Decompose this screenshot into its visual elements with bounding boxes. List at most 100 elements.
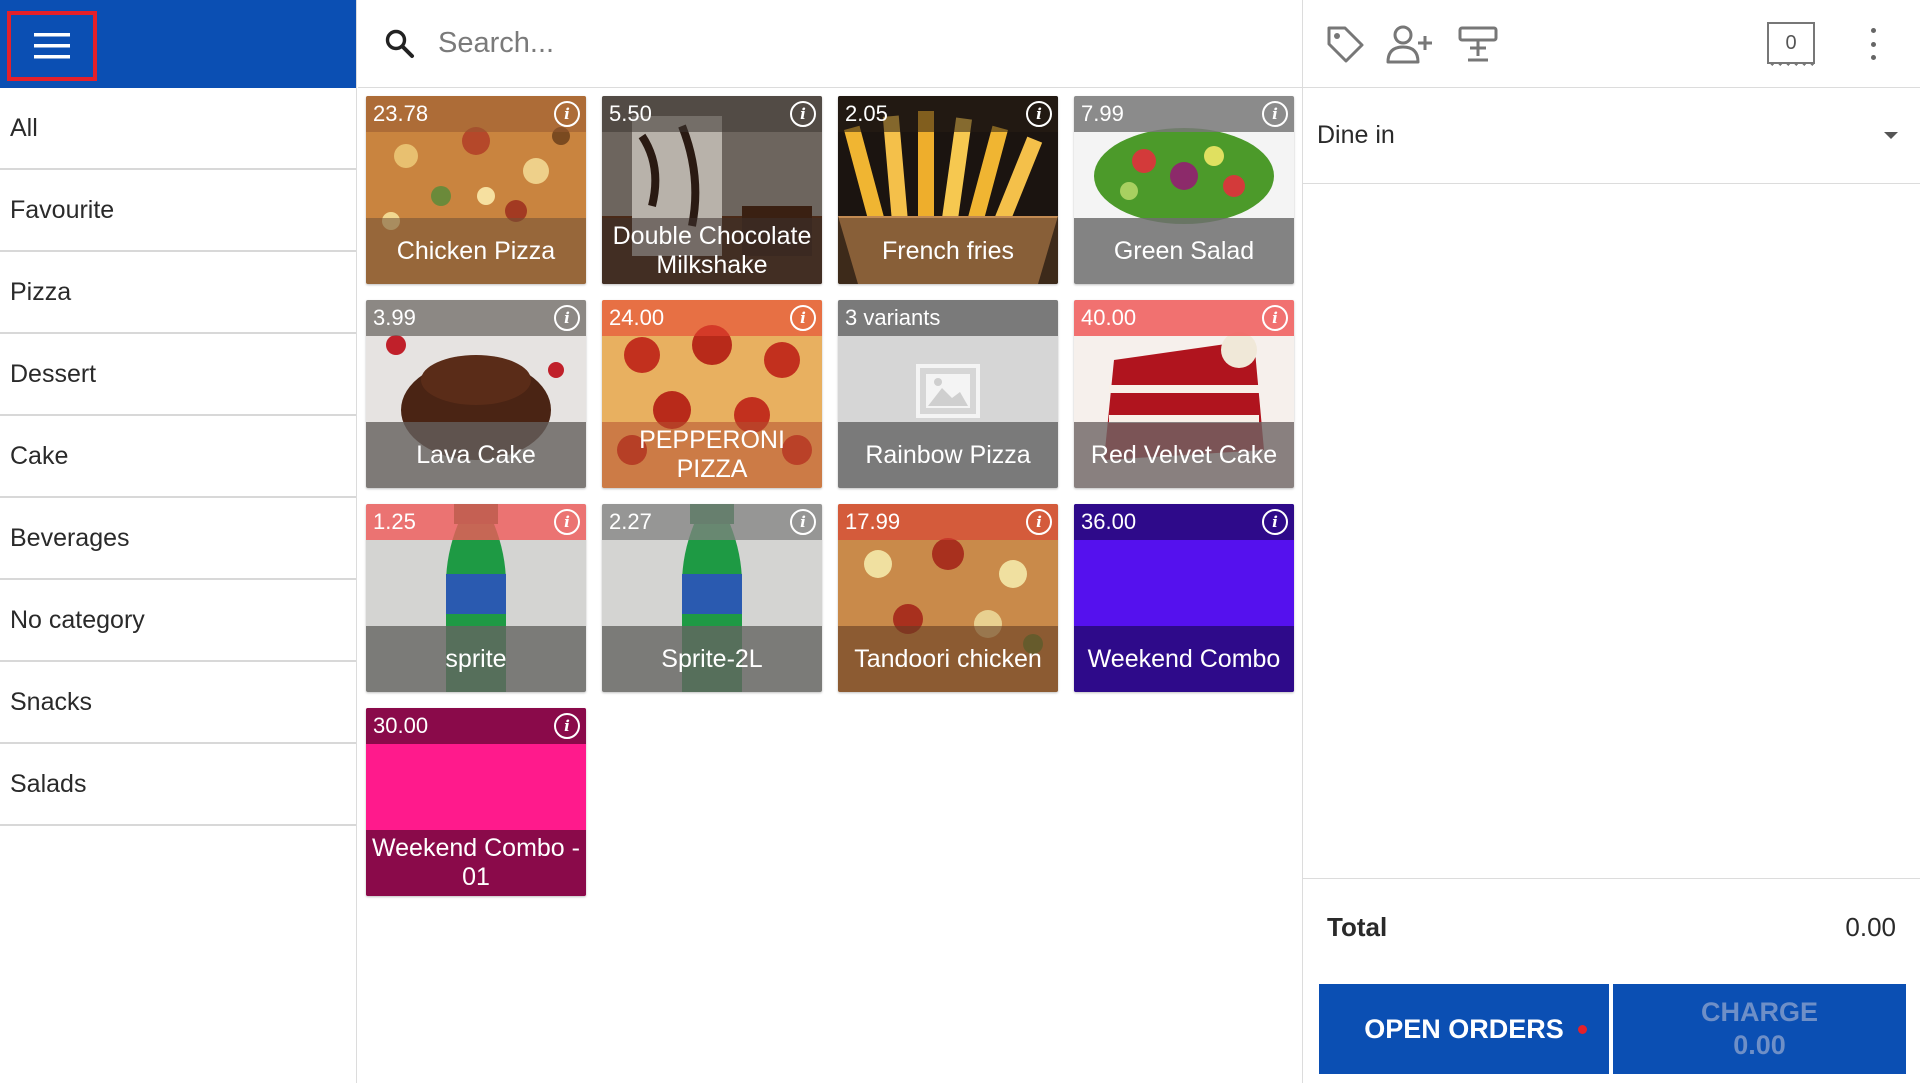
info-icon[interactable]: i	[1026, 101, 1052, 127]
dropdown-arrow-icon	[1884, 132, 1898, 139]
open-ticket-count[interactable]: 0	[1767, 22, 1815, 68]
info-icon[interactable]: i	[1262, 305, 1288, 331]
dining-option-select[interactable]: Dine in	[1303, 88, 1920, 184]
more-vert-icon[interactable]	[1863, 24, 1883, 64]
product-tile-weekend-combo[interactable]: 36.00 i Weekend Combo	[1074, 504, 1294, 692]
tile-header: 1.25 i	[366, 504, 586, 540]
product-price: 5.50	[609, 101, 652, 126]
product-tile-green-salad[interactable]: 7.99 i Green Salad	[1074, 96, 1294, 284]
add-customer-icon[interactable]	[1385, 22, 1435, 66]
info-icon[interactable]: i	[554, 101, 580, 127]
category-item-all[interactable]: All	[0, 88, 356, 170]
dining-option-value: Dine in	[1317, 121, 1395, 149]
product-tile-sprite[interactable]: 1.25 i sprite	[366, 504, 586, 692]
product-tile-french-fries[interactable]: 2.05 i French fries	[838, 96, 1058, 284]
variant-count: 3 variants	[845, 305, 941, 330]
tile-header: 7.99 i	[1074, 96, 1294, 132]
product-tile-pepperoni-pizza[interactable]: 24.00 i PEPPERONI PIZZA	[602, 300, 822, 488]
info-icon[interactable]: i	[1262, 509, 1288, 535]
product-price: 40.00	[1081, 305, 1137, 330]
product-tile-sprite-2l[interactable]: 2.27 i Sprite-2L	[602, 504, 822, 692]
total-label: Total	[1327, 912, 1388, 942]
order-panel: 0 Dine in Total 0.00 OPEN ORDERS CHARGE …	[1302, 0, 1920, 1083]
product-price: 23.78	[373, 101, 429, 126]
product-area: 23.78 i Chicken Pizza 5.50 i Double Choc…	[358, 0, 1302, 1083]
tile-header: 3 variants	[838, 300, 1058, 336]
category-sidebar: All Favourite Pizza Dessert Cake Beverag…	[0, 0, 357, 1083]
open-orders-button[interactable]: OPEN ORDERS	[1319, 984, 1609, 1074]
info-icon[interactable]: i	[790, 305, 816, 331]
total-row: Total 0.00	[1303, 878, 1920, 976]
order-items-area	[1303, 185, 1920, 878]
info-icon[interactable]: i	[1262, 101, 1288, 127]
open-orders-label: OPEN ORDERS	[1364, 1013, 1564, 1044]
total-value: 0.00	[1845, 912, 1896, 942]
category-item-dessert[interactable]: Dessert	[0, 334, 356, 416]
product-tile-chicken-pizza[interactable]: 23.78 i Chicken Pizza	[366, 96, 586, 284]
product-tile-red-velvet-cake[interactable]: 40.00 i Red Velvet Cake	[1074, 300, 1294, 488]
category-item-snacks[interactable]: Snacks	[0, 662, 356, 744]
placeholder-image-icon	[916, 364, 980, 418]
info-icon[interactable]: i	[1026, 509, 1052, 535]
product-price: 7.99	[1081, 101, 1124, 126]
category-item-no-category[interactable]: No category	[0, 580, 356, 662]
product-price: 2.27	[609, 509, 652, 534]
product-name: Green Salad	[1074, 218, 1294, 284]
product-name: PEPPERONI PIZZA	[602, 422, 822, 488]
category-item-salads[interactable]: Salads	[0, 744, 356, 826]
product-tile-tandoori-chicken[interactable]: 17.99 i Tandoori chicken	[838, 504, 1058, 692]
product-name: Tandoori chicken	[838, 626, 1058, 692]
charge-label: CHARGE	[1700, 997, 1818, 1027]
product-name: sprite	[366, 626, 586, 692]
tile-header: 3.99 i	[366, 300, 586, 336]
product-tile-weekend-combo-01[interactable]: 30.00 i Weekend Combo - 01	[366, 708, 586, 896]
info-icon[interactable]: i	[554, 305, 580, 331]
info-icon[interactable]: i	[790, 101, 816, 127]
tag-icon[interactable]	[1323, 22, 1367, 66]
search-bar	[358, 0, 1302, 88]
product-tile-double-chocolate-milkshake[interactable]: 5.50 i Double Chocolate Milkshake	[602, 96, 822, 284]
product-price: 3.99	[373, 305, 416, 330]
product-tile-rainbow-pizza[interactable]: 3 variants Rainbow Pizza	[838, 300, 1058, 488]
product-tile-lava-cake[interactable]: 3.99 i Lava Cake	[366, 300, 586, 488]
product-name: Weekend Combo	[1074, 626, 1294, 692]
charge-amount: 0.00	[1733, 1030, 1786, 1060]
product-price: 36.00	[1081, 509, 1137, 534]
tile-header: 24.00 i	[602, 300, 822, 336]
product-name: Rainbow Pizza	[838, 422, 1058, 488]
charge-button[interactable]: CHARGE 0.00	[1613, 984, 1906, 1074]
product-name: Lava Cake	[366, 422, 586, 488]
tile-header: 23.78 i	[366, 96, 586, 132]
info-icon[interactable]: i	[554, 713, 580, 739]
hamburger-menu-icon	[34, 33, 70, 59]
product-name: Red Velvet Cake	[1074, 422, 1294, 488]
tile-header: 30.00 i	[366, 708, 586, 744]
category-item-beverages[interactable]: Beverages	[0, 498, 356, 580]
category-item-favourite[interactable]: Favourite	[0, 170, 356, 252]
tile-header: 40.00 i	[1074, 300, 1294, 336]
sidebar-header	[0, 0, 356, 88]
panel-toolbar: 0	[1303, 0, 1920, 88]
product-name: Weekend Combo - 01	[366, 830, 586, 896]
product-price: 17.99	[845, 509, 901, 534]
search-icon	[385, 29, 414, 58]
product-name: Double Chocolate Milkshake	[602, 218, 822, 284]
dining-table-icon[interactable]	[1456, 22, 1500, 66]
category-item-pizza[interactable]: Pizza	[0, 252, 356, 334]
tile-header: 2.05 i	[838, 96, 1058, 132]
product-price: 2.05	[845, 101, 888, 126]
category-item-cake[interactable]: Cake	[0, 416, 356, 498]
product-name: Sprite-2L	[602, 626, 822, 692]
search-input[interactable]	[438, 27, 1238, 60]
notification-dot	[1578, 1025, 1587, 1034]
product-price: 24.00	[609, 305, 665, 330]
product-price: 30.00	[373, 713, 429, 738]
tile-header: 36.00 i	[1074, 504, 1294, 540]
hamburger-menu-button[interactable]	[7, 11, 97, 81]
info-icon[interactable]: i	[554, 509, 580, 535]
product-name: Chicken Pizza	[366, 218, 586, 284]
category-list: All Favourite Pizza Dessert Cake Beverag…	[0, 88, 356, 826]
tile-header: 2.27 i	[602, 504, 822, 540]
tile-header: 17.99 i	[838, 504, 1058, 540]
info-icon[interactable]: i	[790, 509, 816, 535]
